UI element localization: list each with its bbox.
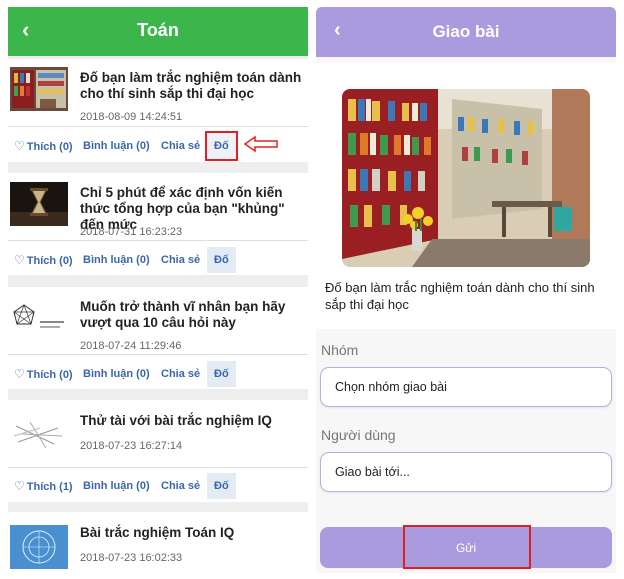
action-bar: ♡ Thích (0) Bình luận (0) Chia sẻ Đố xyxy=(8,361,308,387)
quiz-date: 2018-08-09 14:24:51 xyxy=(80,111,183,123)
quiz-thumbnail xyxy=(10,182,68,226)
user-input-placeholder: Giao bài tới... xyxy=(335,465,410,479)
like-label: Thích (0) xyxy=(26,141,73,153)
like-button[interactable]: ♡ Thích (1) xyxy=(14,473,73,499)
like-label: Thích (0) xyxy=(26,369,73,381)
quiz-date: 2018-07-23 16:02:33 xyxy=(80,552,183,564)
quiz-cover-image xyxy=(342,89,590,267)
like-button[interactable]: ♡ Thích (0) xyxy=(14,133,73,159)
send-button[interactable]: Gửi xyxy=(320,525,612,569)
list-item[interactable]: Bài trắc nghiệm Toán IQ 2018-07-23 16:02… xyxy=(8,512,308,573)
quiz-list-screen: ‹ Toán Đố bạn làm trắc nghiệm toán dành … xyxy=(8,7,308,573)
share-button[interactable]: Chia sẻ xyxy=(161,361,200,387)
send-button-label: Gửi xyxy=(455,541,477,555)
list-item[interactable]: Muốn trở thành vĩ nhân bạn hãy vượt qua … xyxy=(8,287,308,389)
quiz-thumbnail xyxy=(10,414,68,458)
list-item[interactable]: Chỉ 5 phút để xác định vốn kiến thức tổn… xyxy=(8,173,308,275)
divider xyxy=(8,354,308,355)
challenge-button[interactable]: Đố xyxy=(205,131,238,161)
group-select-placeholder: Chọn nhóm giao bài xyxy=(335,380,447,394)
group-select[interactable]: Chọn nhóm giao bài xyxy=(320,367,612,407)
comment-button[interactable]: Bình luận (0) xyxy=(83,361,150,387)
share-button[interactable]: Chia sẻ xyxy=(161,247,200,273)
user-label: Người dùng xyxy=(321,427,396,443)
comment-button[interactable]: Bình luận (0) xyxy=(83,247,150,273)
quiz-date: 2018-07-31 16:23:23 xyxy=(80,226,183,238)
top-bar: ‹ Giao bài xyxy=(316,7,616,57)
quiz-title[interactable]: Muốn trở thành vĩ nhân bạn hãy vượt qua … xyxy=(80,299,308,331)
heart-icon: ♡ xyxy=(14,253,25,267)
action-bar: ♡ Thích (0) Bình luận (0) Chia sẻ Đố xyxy=(8,247,308,273)
pointer-arrow-icon xyxy=(243,135,278,153)
top-bar: ‹ Toán xyxy=(8,7,308,56)
quiz-thumbnail xyxy=(10,299,68,343)
user-input[interactable]: Giao bài tới... xyxy=(320,452,612,492)
challenge-button[interactable]: Đố xyxy=(207,361,236,387)
like-button[interactable]: ♡ Thích (0) xyxy=(14,361,73,387)
heart-icon: ♡ xyxy=(14,139,25,153)
list-item[interactable]: Thử tài với bài trắc nghiệm IQ 2018-07-2… xyxy=(8,400,308,502)
share-button[interactable]: Chia sẻ xyxy=(161,133,200,159)
like-label: Thích (0) xyxy=(26,255,73,267)
page-title: Toán xyxy=(137,20,179,40)
comment-button[interactable]: Bình luận (0) xyxy=(83,133,150,159)
page-title: Giao bài xyxy=(432,22,500,41)
divider xyxy=(8,126,308,127)
challenge-button[interactable]: Đố xyxy=(207,247,236,273)
heart-icon: ♡ xyxy=(14,367,25,381)
action-bar: ♡ Thích (1) Bình luận (0) Chia sẻ Đố xyxy=(8,473,308,499)
divider xyxy=(8,240,308,241)
quiz-date: 2018-07-23 16:27:14 xyxy=(80,440,183,452)
challenge-button[interactable]: Đố xyxy=(207,473,236,499)
quiz-title[interactable]: Bài trắc nghiệm Toán IQ xyxy=(80,525,308,541)
heart-icon: ♡ xyxy=(14,479,25,493)
quiz-preview-card: Đố bạn làm trắc nghiệm toán dành cho thí… xyxy=(316,63,616,329)
quiz-thumbnail xyxy=(10,525,68,569)
group-label: Nhóm xyxy=(321,342,359,358)
quiz-date: 2018-07-24 11:29:46 xyxy=(80,340,182,352)
like-label: Thích (1) xyxy=(26,481,73,493)
assign-quiz-screen: ‹ Giao bài Đố bạn làm trắc nghiệm toán d… xyxy=(316,7,616,573)
quiz-thumbnail xyxy=(10,67,68,111)
divider xyxy=(8,467,308,468)
quiz-title: Đố bạn làm trắc nghiệm toán dành cho thí… xyxy=(325,280,595,312)
comment-button[interactable]: Bình luận (0) xyxy=(83,473,150,499)
quiz-title[interactable]: Đố bạn làm trắc nghiệm toán dành cho thí… xyxy=(80,70,308,102)
share-button[interactable]: Chia sẻ xyxy=(161,473,200,499)
like-button[interactable]: ♡ Thích (0) xyxy=(14,247,73,273)
quiz-title[interactable]: Thử tài với bài trắc nghiệm IQ xyxy=(80,413,308,429)
